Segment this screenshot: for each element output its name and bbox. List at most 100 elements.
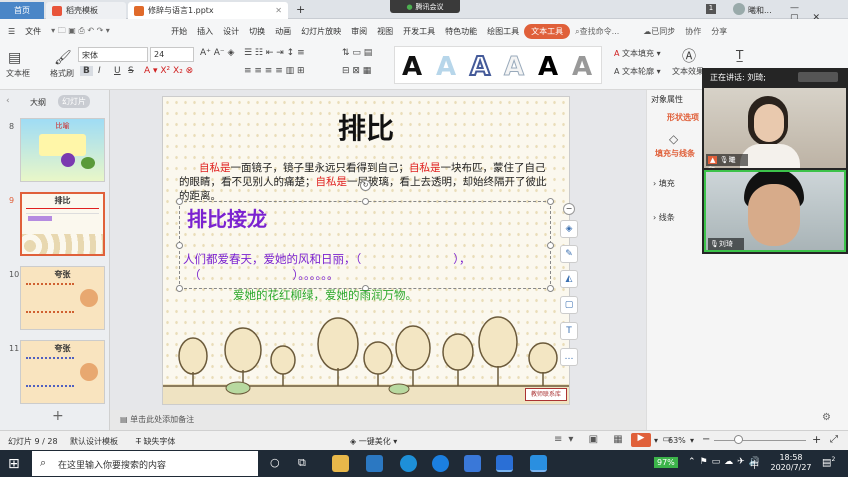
shape-options-tab[interactable]: 形状选项 — [667, 112, 699, 123]
fill-section[interactable]: › 填充 — [653, 178, 675, 189]
resize-handle[interactable] — [362, 198, 369, 205]
size-select[interactable]: 24 — [150, 47, 194, 62]
font-color-button[interactable]: A ▾ X² X₂ ⊗ — [144, 66, 193, 76]
hamburger-icon[interactable]: ☰ — [0, 27, 20, 36]
menu-item[interactable]: 幻灯片放映 — [296, 26, 346, 37]
text-format-icon[interactable]: T — [560, 322, 578, 340]
menu-file[interactable]: 文件 — [20, 26, 46, 37]
ime-indicator[interactable]: 中 — [750, 458, 759, 471]
slide-title[interactable]: 排比 — [163, 107, 569, 147]
collapse-tools-icon[interactable]: − — [563, 203, 575, 215]
quick-access-icons[interactable]: ▾ 🗀 ▣ ⎙ ↶ ↷ ▾ — [46, 25, 166, 39]
mail-icon[interactable] — [464, 455, 481, 472]
user-name[interactable]: 曦和... — [748, 5, 772, 16]
template-name[interactable]: 默认设计模板 — [70, 436, 118, 447]
slide-thumb-10[interactable]: 夸张 — [20, 266, 105, 330]
resize-handle[interactable] — [176, 198, 183, 205]
zoom-out-button[interactable]: − — [702, 434, 710, 445]
more-icon[interactable]: … — [560, 348, 578, 366]
resize-handle[interactable] — [547, 242, 554, 249]
style-preset[interactable]: A — [567, 51, 597, 83]
text-effect-button[interactable]: 文本效果 — [672, 66, 704, 77]
menu-item[interactable]: 审阅 — [346, 26, 372, 37]
zoom-slider-thumb[interactable] — [734, 435, 743, 444]
taskbar-search[interactable]: ⌕ 在这里输入你要搜索的内容 — [32, 451, 258, 476]
rotate-handle[interactable]: ↻ — [360, 180, 371, 191]
menu-text-tools[interactable]: 文本工具 — [524, 24, 571, 39]
resize-handle[interactable] — [547, 285, 554, 292]
menu-item[interactable]: 插入 — [192, 26, 218, 37]
new-tab-button[interactable]: + — [296, 3, 305, 16]
notes-area[interactable]: ▤ 单击此处添加备注 — [120, 414, 194, 425]
font-select[interactable]: 宋体 — [78, 47, 148, 62]
video-tile-1[interactable]: ▲ 🎙曦和... — [704, 88, 846, 168]
text-style-gallery[interactable]: A A A A A A — [394, 46, 602, 84]
zoom-level[interactable]: 63% — [668, 436, 686, 445]
timeline-icon[interactable]: ⧉ — [298, 456, 306, 470]
text-effect-icon[interactable]: Ⓐ — [682, 46, 696, 66]
slide-thumb-11[interactable]: 夸张 — [20, 340, 105, 404]
video-controls[interactable] — [798, 72, 838, 82]
text-fill-button[interactable]: A 文本填充 ▾ — [614, 48, 661, 59]
menu-item[interactable]: 开发工具 — [398, 26, 440, 37]
beautify-button[interactable]: ◈ 一键美化 ▾ — [350, 436, 397, 447]
missing-font[interactable]: T̶ 缺失字体 — [136, 436, 175, 447]
menu-item[interactable]: 特色功能 — [440, 26, 482, 37]
tab-outline[interactable]: 大纲 — [30, 97, 46, 108]
edge-icon[interactable] — [400, 455, 417, 472]
search-command[interactable]: ⌕查找命令... — [570, 26, 624, 37]
line-section[interactable]: › 线条 — [653, 212, 675, 223]
style-preset[interactable]: A — [533, 51, 563, 83]
menu-item[interactable]: 开始 — [166, 26, 192, 37]
slide-line-2[interactable]: （ ）。。。。。。 — [189, 267, 339, 283]
battery-indicator[interactable]: 97% — [654, 457, 678, 468]
meeting-app-icon[interactable] — [530, 455, 547, 472]
play-dropdown[interactable]: ▾ — [654, 436, 658, 445]
pane-settings-icon[interactable]: ⚙ — [822, 412, 831, 423]
menu-item[interactable]: 绘图工具 — [482, 26, 524, 37]
meeting-bar[interactable]: ● 腾讯会议 — [390, 0, 460, 13]
task-view-icon[interactable]: ○ — [270, 456, 280, 469]
clock[interactable]: 18:58 2020/7/27 — [766, 453, 816, 473]
fill-bucket-icon[interactable]: ◭ — [560, 270, 578, 288]
close-icon[interactable]: ✕ — [275, 6, 282, 15]
align-buttons[interactable]: ≡ ≡ ≡ ≡ ▥ ⊞ — [244, 66, 305, 76]
slide-line-3[interactable]: 爱她的花红柳绿，爱她的雨润万物。 — [233, 287, 417, 303]
tab-file[interactable]: 修辞与语言1.pptx ✕ — [128, 2, 288, 19]
avatar[interactable] — [733, 3, 745, 15]
share-button[interactable]: 分享 — [706, 26, 732, 37]
add-slide-button[interactable]: + — [52, 408, 64, 424]
zoom-in-button[interactable]: + — [812, 433, 821, 446]
store-icon[interactable] — [366, 455, 383, 472]
underline-button[interactable]: U — [114, 66, 121, 76]
fit-window-icon[interactable]: ⤢ — [830, 434, 838, 445]
app-l-icon[interactable] — [432, 455, 449, 472]
wps-icon[interactable] — [496, 455, 513, 472]
file-explorer-icon[interactable] — [332, 455, 349, 472]
text-direction-buttons[interactable]: ⇅ ▭ ▤ — [342, 48, 372, 58]
menu-item[interactable]: 视图 — [372, 26, 398, 37]
text-box-tools-icon[interactable]: T̲ — [736, 48, 743, 62]
tab-slides[interactable]: 幻灯片 — [58, 95, 90, 108]
slide-line-1[interactable]: 人们都爱春天，爱她的风和日丽，（ ）， — [183, 251, 555, 267]
list-buttons[interactable]: ☰ ☷ ⇤ ⇥ ↕ ≡ — [244, 48, 305, 58]
fill-line-icon[interactable]: ◇ — [669, 132, 678, 146]
zoom-slider[interactable] — [714, 440, 806, 441]
tab-home[interactable]: 首页 — [0, 2, 44, 19]
menu-item[interactable]: 设计 — [218, 26, 244, 37]
text-align-buttons[interactable]: ⊟ ⊠ ▦ — [342, 66, 371, 76]
layers-icon[interactable]: ◈ — [560, 220, 578, 238]
format-painter-button[interactable]: 格式刷 — [50, 68, 74, 79]
textbox-icon[interactable]: ▤ — [8, 50, 21, 66]
style-preset[interactable]: A — [431, 51, 461, 83]
menu-item[interactable]: 切换 — [244, 26, 270, 37]
menu-item[interactable]: 动画 — [270, 26, 296, 37]
slide-heading[interactable]: 排比接龙 — [187, 203, 267, 232]
style-preset[interactable]: A — [499, 51, 529, 83]
play-button[interactable]: ▶ — [631, 433, 651, 447]
fill-line-tab[interactable]: 填充与线条 — [655, 148, 695, 159]
resize-handle[interactable] — [176, 242, 183, 249]
collapse-icon[interactable]: ‹ — [6, 96, 10, 106]
slide-thumb-9[interactable]: 排比 — [20, 192, 105, 256]
sync-status[interactable]: ☁已同步 — [638, 26, 680, 37]
